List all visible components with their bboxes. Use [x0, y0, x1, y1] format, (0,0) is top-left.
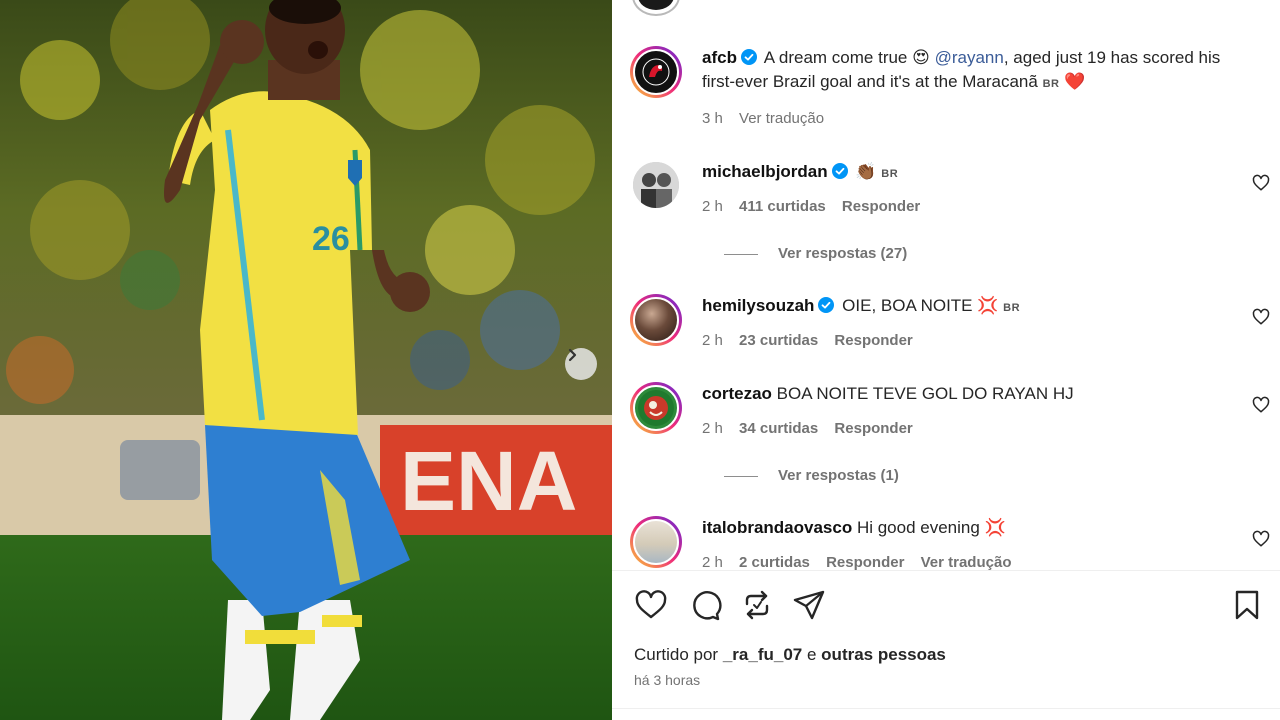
comment-age: 2 h — [702, 554, 723, 570]
comment-age: 2 h — [702, 420, 723, 437]
flag-badge: BR — [1042, 78, 1060, 90]
comment-username[interactable]: hemilysouzah — [702, 296, 814, 315]
comment-username[interactable]: italobrandaovasco — [702, 518, 852, 537]
liked-by-joiner: e — [806, 645, 817, 664]
comment-text: Hi good evening — [856, 518, 980, 537]
heart-icon[interactable] — [1252, 174, 1270, 192]
reply-button[interactable]: Responder — [834, 332, 912, 349]
bookmark-icon[interactable] — [1230, 588, 1264, 622]
flag-badge: BR — [881, 168, 899, 180]
comment-likes[interactable]: 23 curtidas — [739, 332, 818, 349]
avatar[interactable] — [633, 162, 679, 208]
comment-username[interactable]: cortezao — [702, 384, 772, 403]
divider — [612, 708, 1280, 709]
comment-icon[interactable] — [688, 588, 722, 622]
mention-link[interactable]: @rayann — [935, 48, 1004, 67]
reply-button[interactable]: Responder — [834, 420, 912, 437]
post-timestamp[interactable]: há 3 horas — [634, 672, 700, 688]
translate-link[interactable]: Ver tradução — [739, 110, 824, 127]
translate-link[interactable]: Ver tradução — [921, 554, 1012, 570]
comment-meta: 2 h 2 curtidas Responder Ver tradução — [702, 554, 1023, 570]
verified-badge-icon — [740, 49, 757, 65]
comment-text: BOA NOITE TEVE GOL DO RAYAN HJ — [776, 384, 1074, 403]
chevron-right-icon — [568, 348, 577, 362]
reply-button[interactable]: Responder — [826, 554, 904, 570]
heart-icon[interactable] — [1252, 396, 1270, 414]
replies-line — [724, 475, 758, 477]
view-replies-button[interactable]: Ver respostas (1) — [724, 467, 899, 484]
instagram-post-view: ENA 26 afcb A dream come true 😍 @rayann,… — [0, 0, 1280, 720]
avatar[interactable] — [630, 382, 682, 434]
repost-icon[interactable] — [740, 588, 774, 622]
verified-badge-icon — [818, 297, 835, 313]
emoji: 😍 — [912, 48, 930, 67]
comment-meta: 2 h 411 curtidas Responder — [702, 198, 932, 215]
verified-badge-icon — [831, 163, 848, 179]
comment-likes[interactable]: 2 curtidas — [739, 554, 810, 570]
comment-age: 2 h — [702, 198, 723, 215]
heart-icon[interactable] — [1252, 308, 1270, 326]
heart-icon[interactable] — [1252, 530, 1270, 548]
emoji: 💢 — [984, 518, 1006, 537]
caption-username[interactable]: afcb — [702, 48, 737, 67]
view-replies-label: Ver respostas (27) — [778, 245, 908, 262]
comment-age: 2 h — [702, 332, 723, 349]
svg-text:ENA: ENA — [400, 434, 577, 528]
share-icon[interactable] — [792, 588, 826, 622]
emoji: 💢 — [977, 296, 999, 315]
comment-likes[interactable]: 34 curtidas — [739, 420, 818, 437]
emoji: 👏🏾 — [855, 162, 877, 181]
heart-icon[interactable] — [634, 588, 668, 622]
view-replies-button[interactable]: Ver respostas (27) — [724, 245, 907, 262]
svg-text:26: 26 — [312, 220, 350, 258]
vasco-mascot-icon — [638, 390, 674, 426]
caption-age: 3 h — [702, 110, 723, 127]
post-side-panel: afcb A dream come true 😍 @rayann, aged j… — [612, 0, 1280, 720]
comments-list[interactable]: afcb A dream come true 😍 @rayann, aged j… — [612, 0, 1280, 570]
avatar[interactable] — [630, 516, 682, 568]
divider — [612, 570, 1280, 571]
avatar[interactable] — [630, 294, 682, 346]
caption-text: A dream come true — [763, 48, 908, 67]
view-replies-label: Ver respostas (1) — [778, 467, 899, 484]
flag-badge: BR — [1003, 302, 1021, 314]
football-player-photo: ENA 26 — [0, 0, 612, 720]
comment-username[interactable]: michaelbjordan — [702, 162, 828, 181]
liked-by-prefix: Curtido por — [634, 645, 719, 664]
comment-likes[interactable]: 411 curtidas — [739, 198, 826, 215]
reply-button[interactable]: Responder — [842, 198, 920, 215]
avatar-photo — [633, 162, 679, 208]
afcb-logo-icon — [642, 58, 670, 86]
replies-line — [724, 253, 758, 255]
action-bar — [634, 588, 1264, 622]
post-photo[interactable]: ENA 26 — [0, 0, 612, 720]
heart-emoji: ❤️ — [1064, 72, 1086, 91]
caption-meta: 3 h Ver tradução — [702, 110, 836, 127]
liked-by-user[interactable]: _ra_fu_07 — [723, 645, 802, 664]
comment-meta: 2 h 34 curtidas Responder — [702, 420, 925, 437]
liked-by-others[interactable]: outras pessoas — [821, 645, 946, 664]
comment-meta: 2 h 23 curtidas Responder — [702, 332, 925, 349]
comment-text: OIE, BOA NOITE — [842, 296, 973, 315]
liked-by: Curtido por _ra_fu_07 e outras pessoas — [634, 645, 946, 665]
next-photo-button[interactable] — [565, 348, 597, 380]
avatar[interactable] — [630, 46, 682, 98]
